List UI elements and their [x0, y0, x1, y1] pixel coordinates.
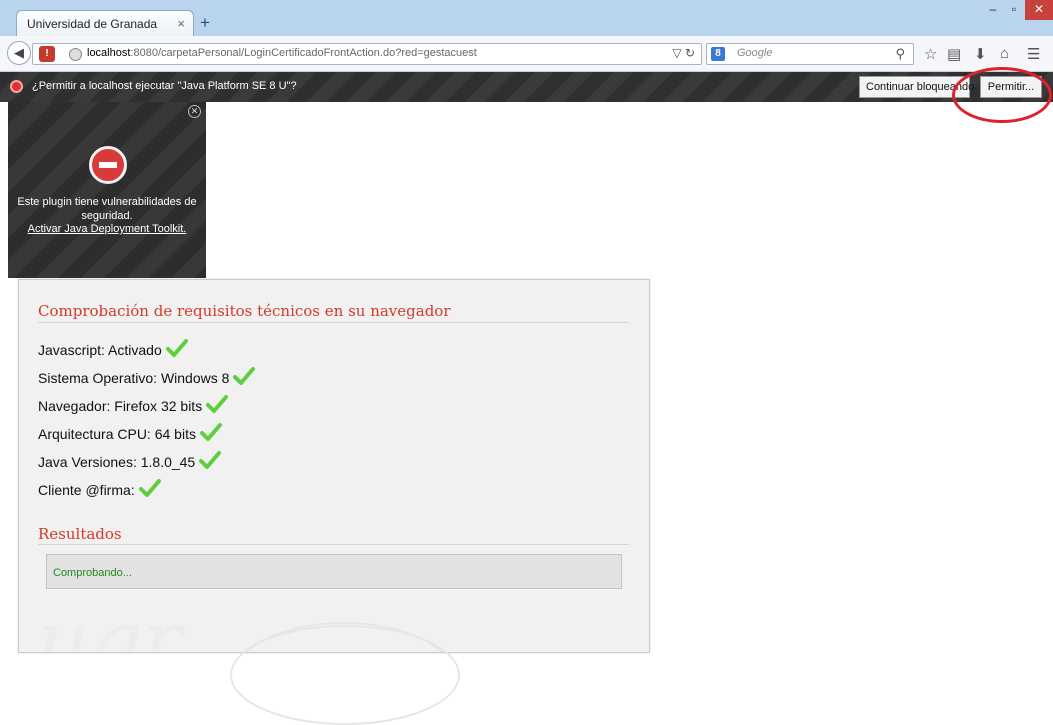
bookmark-star-icon[interactable]: ☆: [924, 45, 937, 63]
check-cpu: Arquitectura CPU: 64 bits: [38, 422, 222, 442]
requirements-panel: ugr Comprobación de requisitos técnicos …: [18, 279, 650, 653]
check-label: Navegador: Firefox 32 bits: [38, 398, 203, 414]
dropdown-icon[interactable]: ▽: [672, 46, 681, 60]
globe-icon: [69, 48, 82, 61]
downloads-icon[interactable]: ⬇: [974, 45, 987, 63]
search-icon[interactable]: ⚲: [895, 46, 905, 62]
checkmark-icon: [233, 367, 256, 385]
ugr-watermark: ugr: [37, 594, 182, 653]
home-icon[interactable]: ⌂: [1000, 45, 1009, 62]
close-icon[interactable]: ✕: [188, 105, 201, 118]
activate-toolkit-link[interactable]: Activar Java Deployment Toolkit.: [14, 223, 200, 235]
notification-message: ¿Permitir a localhost ejecutar "Java Pla…: [32, 80, 297, 92]
check-label: Javascript: Activado: [38, 342, 162, 358]
results-status: Comprobando...: [46, 554, 622, 589]
blocked-icon: [89, 146, 127, 184]
check-label: Sistema Operativo: Windows 8: [38, 370, 230, 386]
check-label: Java Versiones: 1.8.0_45: [38, 454, 196, 470]
blocked-plugin-panel[interactable]: ✕ Este plugin tiene vulnerabilidades de …: [8, 102, 206, 278]
navigation-bar: ◀ ! localhost:8080/carpetaPersonal/Login…: [0, 36, 1053, 72]
browser-tab[interactable]: Universidad de Granada ×: [16, 10, 194, 36]
plugin-notification-bar: ¿Permitir a localhost ejecutar "Java Pla…: [0, 72, 1053, 102]
reload-icon[interactable]: ↻: [685, 46, 695, 60]
minimize-button[interactable]: –: [983, 0, 1003, 20]
plugin-notification-icon[interactable]: !: [39, 46, 55, 62]
checkmark-icon: [138, 479, 161, 497]
checkmark-icon: [199, 451, 222, 469]
back-button[interactable]: ◀: [7, 41, 31, 65]
check-browser: Navegador: Firefox 32 bits: [38, 394, 229, 414]
search-input[interactable]: Google: [737, 47, 772, 59]
checkmark-icon: [206, 395, 229, 413]
check-javascript: Javascript: Activado: [38, 338, 188, 358]
requirements-title: Comprobación de requisitos técnicos en s…: [38, 302, 451, 320]
bookmarks-menu-icon[interactable]: ▤: [947, 45, 961, 63]
browser-titlebar: Universidad de Granada × + – ▫ ✕: [0, 0, 1053, 36]
menu-icon[interactable]: ☰: [1027, 45, 1040, 63]
highlight-circle: [952, 67, 1052, 123]
back-arrow-icon: ◀: [14, 45, 24, 60]
check-label: Cliente @firma:: [38, 482, 135, 498]
checkmark-icon: [165, 339, 188, 357]
plugin-warning-text: Este plugin tiene vulnerabilidades de se…: [17, 196, 197, 222]
new-tab-button[interactable]: +: [200, 13, 210, 33]
check-java: Java Versiones: 1.8.0_45: [38, 450, 222, 470]
check-afirma: Cliente @firma:: [38, 478, 161, 498]
url-text[interactable]: localhost:8080/carpetaPersonal/LoginCert…: [87, 47, 477, 59]
search-engine-icon[interactable]: 8: [711, 47, 725, 61]
url-bar[interactable]: ! localhost:8080/carpetaPersonal/LoginCe…: [32, 43, 702, 65]
warning-icon: [10, 80, 23, 93]
tab-title: Universidad de Granada: [27, 17, 158, 31]
divider: [38, 322, 629, 323]
results-title: Resultados: [38, 525, 122, 543]
search-bar[interactable]: 8 Google ⚲: [706, 43, 914, 65]
check-label: Arquitectura CPU: 64 bits: [38, 426, 196, 442]
checkmark-icon: [199, 423, 222, 441]
url-host: localhost: [87, 47, 131, 59]
tab-close-icon[interactable]: ×: [177, 16, 185, 31]
url-path: :8080/carpetaPersonal/LoginCertificadoFr…: [130, 47, 477, 59]
seal-watermark-bottom: [230, 625, 460, 725]
close-window-button[interactable]: ✕: [1025, 0, 1053, 20]
divider: [38, 544, 629, 545]
url-actions: ▽ ↻: [672, 46, 695, 60]
check-os: Sistema Operativo: Windows 8: [38, 366, 256, 386]
maximize-button[interactable]: ▫: [1004, 0, 1024, 20]
